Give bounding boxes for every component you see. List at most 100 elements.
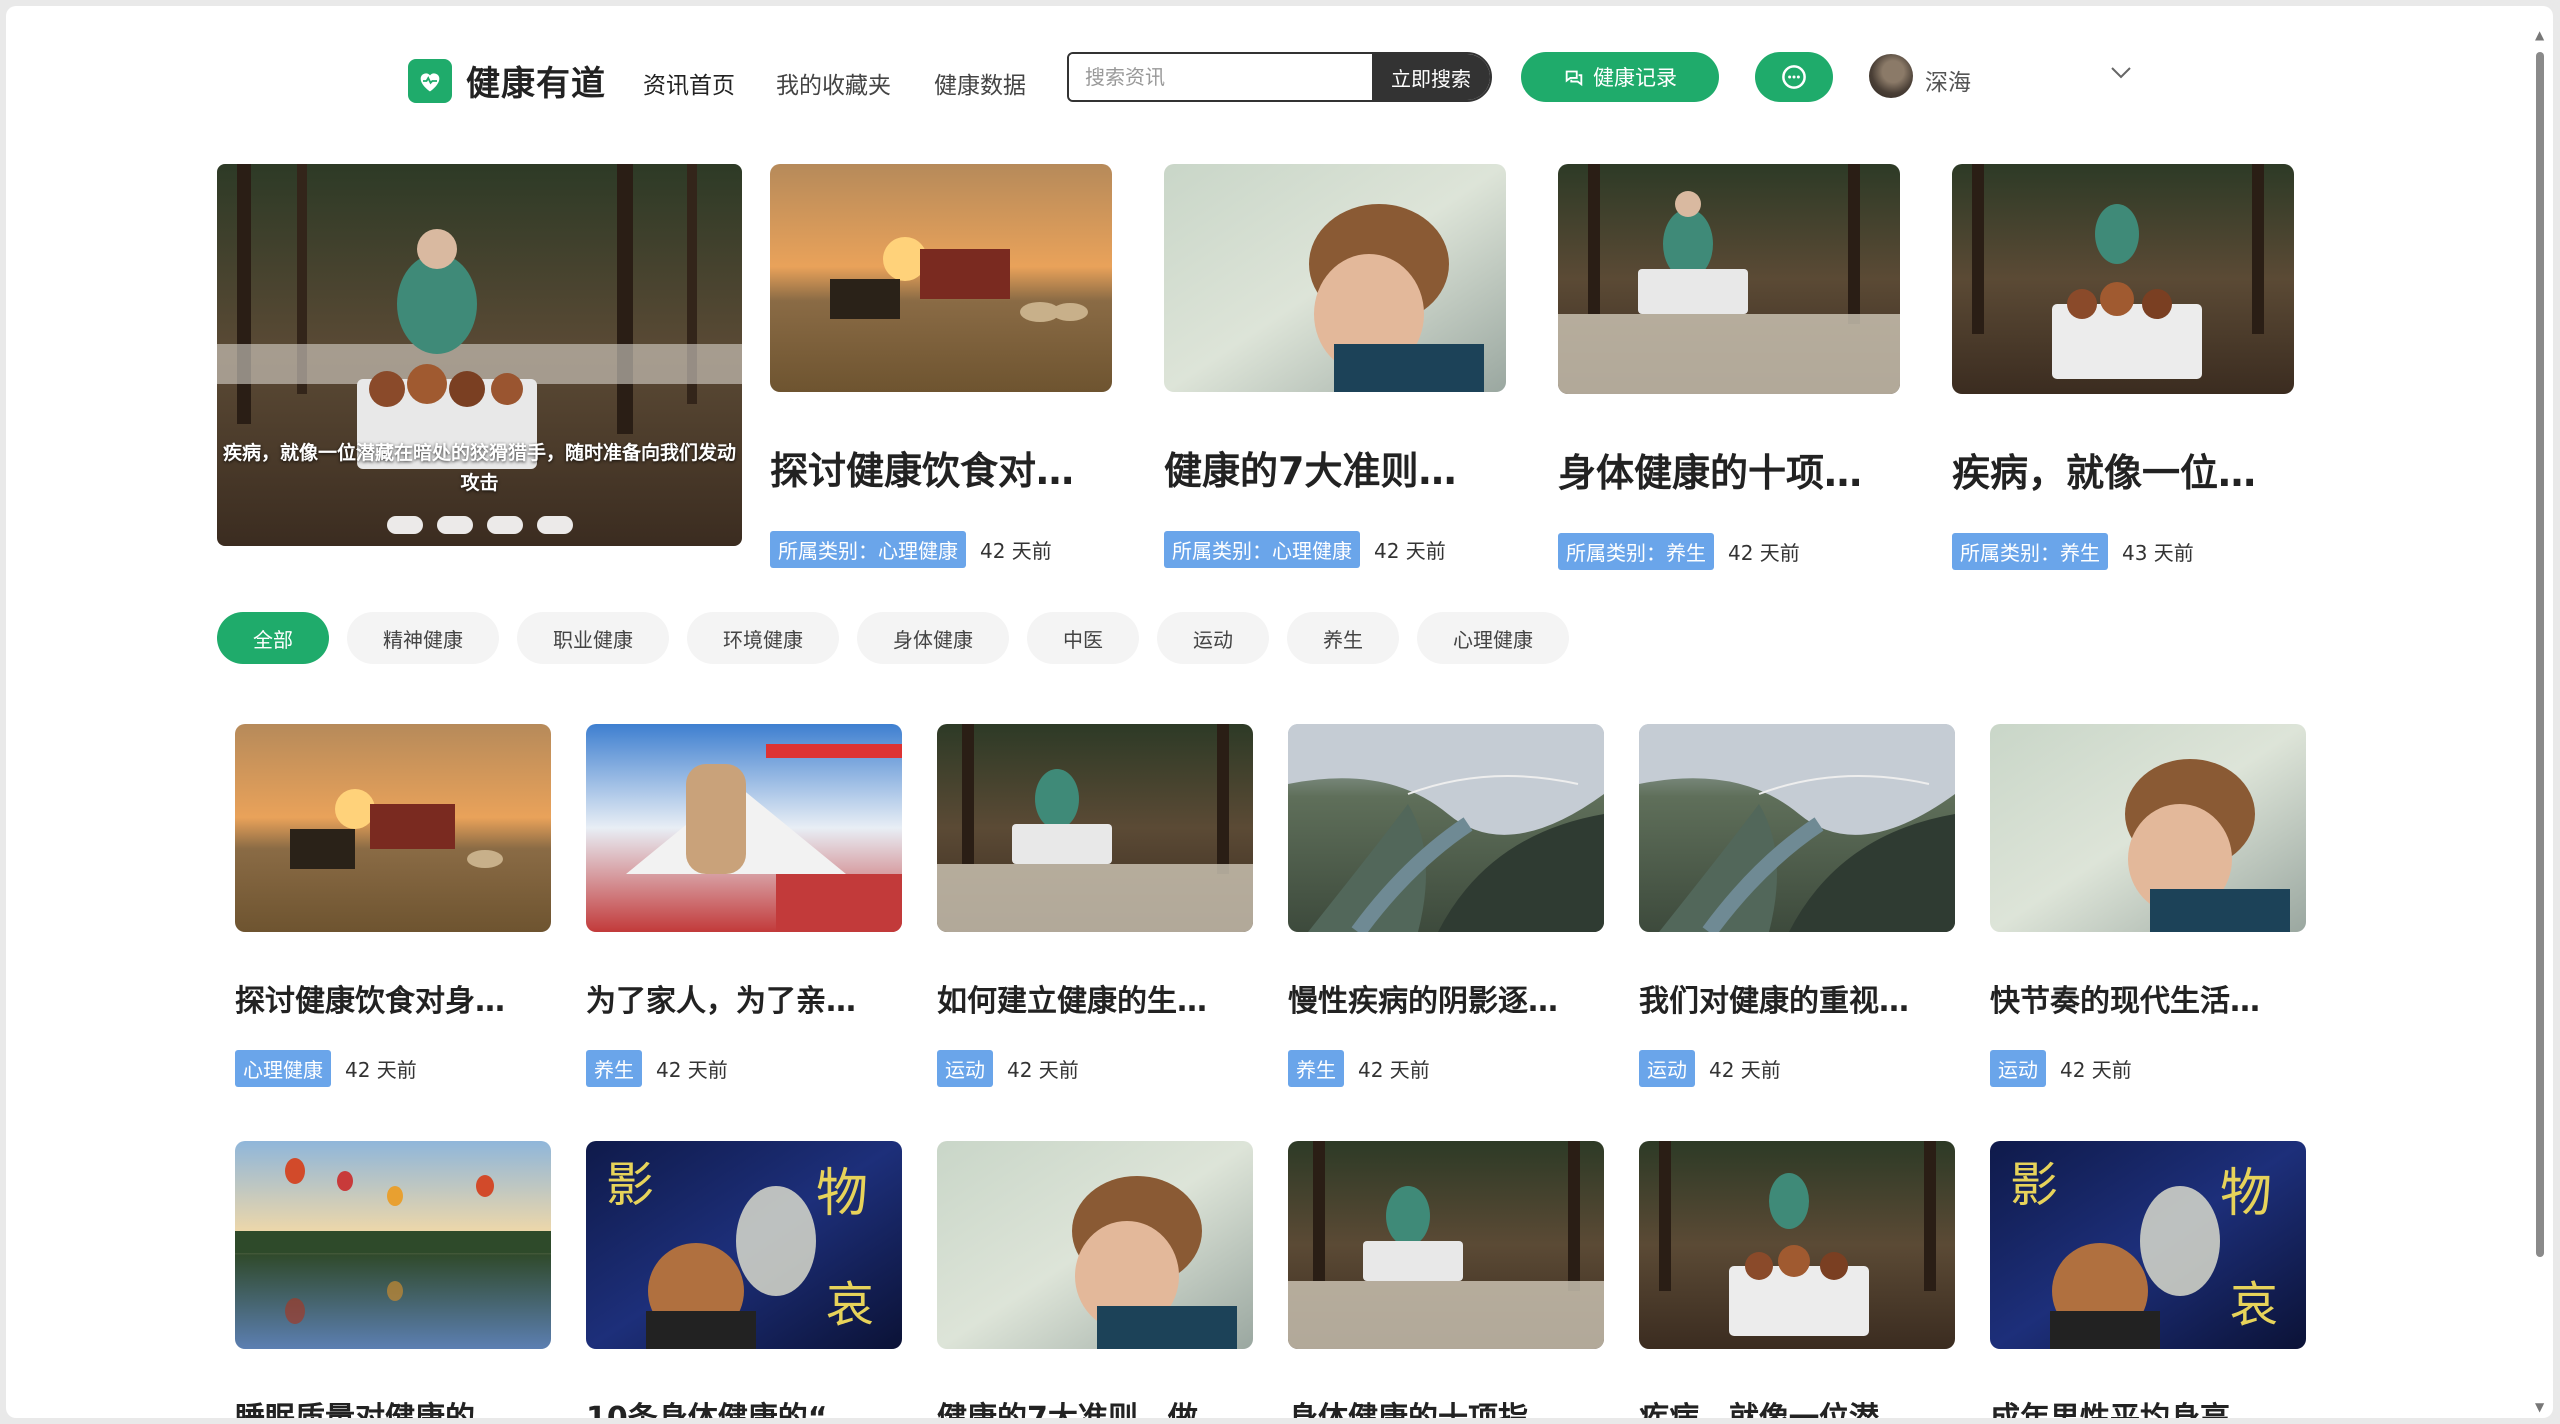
category-filter-bar: 全部 精神健康 职业健康 环境健康 身体健康 中医 运动 养生 心理健康 <box>217 612 1569 664</box>
nav-health-data[interactable]: 健康数据 <box>934 66 1026 100</box>
scrollbar-thumb[interactable] <box>2536 52 2544 1257</box>
article-card[interactable]: 慢性疾病的阴影逐… 养生 42 天前 <box>1288 724 1604 1087</box>
article-thumbnail[interactable] <box>937 1141 1253 1349</box>
article-thumbnail[interactable] <box>1952 164 2294 394</box>
chat-bubbles-icon <box>1565 70 1583 87</box>
article-title[interactable]: 健康的7大准则，做… <box>937 1393 1253 1418</box>
article-thumbnail[interactable] <box>1639 1141 1955 1349</box>
article-title[interactable]: 健康的7大准则… <box>1164 440 1506 495</box>
article-card[interactable]: 影 物哀 成年男性平均身高… <box>1990 1141 2306 1418</box>
article-thumbnail[interactable] <box>235 1141 551 1349</box>
carousel-dot-1[interactable] <box>386 516 423 534</box>
article-time: 42 天前 <box>656 1058 728 1082</box>
top-article-card-3[interactable]: 身体健康的十项… 所属类别：养生 42 天前 <box>1558 164 1900 570</box>
article-thumbnail[interactable] <box>1990 724 2306 932</box>
article-card[interactable]: 我们对健康的重视… 运动 42 天前 <box>1639 724 1955 1087</box>
filter-exercise[interactable]: 运动 <box>1157 612 1269 664</box>
avatar[interactable] <box>1869 54 1913 98</box>
username[interactable]: 深海 <box>1925 63 1971 97</box>
nav-favorites[interactable]: 我的收藏夹 <box>776 66 891 100</box>
category-tag[interactable]: 养生 <box>586 1050 642 1087</box>
article-thumbnail[interactable] <box>1639 724 1955 932</box>
filter-wellness[interactable]: 养生 <box>1287 612 1399 664</box>
filter-tcm[interactable]: 中医 <box>1027 612 1139 664</box>
article-card[interactable]: 探讨健康饮食对身… 心理健康 42 天前 <box>235 724 551 1087</box>
chevron-down-icon[interactable] <box>2110 66 2132 80</box>
article-card[interactable]: 为了家人，为了亲… 养生 42 天前 <box>586 724 902 1087</box>
article-card[interactable]: 疾病，就像一位潜… <box>1639 1141 1955 1418</box>
article-time: 42 天前 <box>2060 1058 2132 1082</box>
article-thumbnail[interactable] <box>1558 164 1900 394</box>
search-input[interactable] <box>1069 54 1372 100</box>
article-title[interactable]: 10条身体健康的“… <box>586 1393 902 1418</box>
article-title[interactable]: 快节奏的现代生活… <box>1990 976 2306 1020</box>
filter-mental-health[interactable]: 精神健康 <box>347 612 499 664</box>
category-tag[interactable]: 心理健康 <box>235 1050 331 1087</box>
category-tag[interactable]: 所属类别：心理健康 <box>1164 531 1360 568</box>
article-title[interactable]: 身体健康的十项… <box>1558 442 1900 497</box>
message-button[interactable] <box>1755 52 1833 102</box>
category-tag[interactable]: 运动 <box>937 1050 993 1087</box>
article-thumbnail[interactable] <box>1164 164 1506 392</box>
top-article-card-4[interactable]: 疾病，就像一位… 所属类别：养生 43 天前 <box>1952 164 2294 570</box>
health-record-label: 健康记录 <box>1593 66 1677 90</box>
article-thumbnail[interactable] <box>1288 1141 1604 1349</box>
article-title[interactable]: 探讨健康饮食对… <box>770 440 1112 495</box>
search-button[interactable]: 立即搜索 <box>1372 54 1490 100</box>
article-title[interactable]: 疾病，就像一位… <box>1952 442 2294 497</box>
article-title[interactable]: 慢性疾病的阴影逐… <box>1288 976 1604 1020</box>
scroll-up-arrow-icon[interactable]: ▲ <box>2535 28 2544 42</box>
filter-all[interactable]: 全部 <box>217 612 329 664</box>
filter-occupational-health[interactable]: 职业健康 <box>517 612 669 664</box>
article-title[interactable]: 身体健康的十项指… <box>1288 1393 1604 1418</box>
carousel-dot-4[interactable] <box>536 516 573 534</box>
article-title[interactable]: 探讨健康饮食对身… <box>235 976 551 1020</box>
nav-home[interactable]: 资讯首页 <box>643 66 735 100</box>
article-thumbnail[interactable] <box>235 724 551 932</box>
article-card[interactable]: 如何建立健康的生… 运动 42 天前 <box>937 724 1253 1087</box>
article-card[interactable]: 影 物哀 10条身体健康的“… <box>586 1141 902 1418</box>
article-time: 42 天前 <box>1728 541 1800 565</box>
brand-name: 健康有道 <box>466 64 606 104</box>
carousel-dot-3[interactable] <box>486 516 523 534</box>
article-thumbnail[interactable] <box>770 164 1112 392</box>
article-card[interactable]: 快节奏的现代生活… 运动 42 天前 <box>1990 724 2306 1087</box>
category-tag[interactable]: 所属类别：养生 <box>1952 533 2108 570</box>
vertical-scrollbar[interactable]: ▲ ▼ <box>2533 28 2547 1414</box>
category-tag[interactable]: 运动 <box>1639 1050 1695 1087</box>
article-title[interactable]: 我们对健康的重视… <box>1639 976 1955 1020</box>
article-thumbnail[interactable]: 影 物哀 <box>586 1141 902 1349</box>
article-time: 43 天前 <box>2122 541 2194 565</box>
article-title[interactable]: 疾病，就像一位潜… <box>1639 1393 1955 1418</box>
article-thumbnail[interactable] <box>937 724 1253 932</box>
article-card[interactable]: 健康的7大准则，做… <box>937 1141 1253 1418</box>
filter-environmental-health[interactable]: 环境健康 <box>687 612 839 664</box>
article-card[interactable]: 身体健康的十项指… <box>1288 1141 1604 1418</box>
top-article-card-2[interactable]: 健康的7大准则… 所属类别：心理健康 42 天前 <box>1164 164 1506 568</box>
svg-text:哀: 哀 <box>826 1277 874 1333</box>
scroll-down-arrow-icon[interactable]: ▼ <box>2535 1400 2544 1414</box>
heart-logo-icon <box>408 58 452 103</box>
filter-physical-health[interactable]: 身体健康 <box>857 612 1009 664</box>
svg-text:哀: 哀 <box>2230 1277 2278 1333</box>
article-thumbnail[interactable] <box>1288 724 1604 932</box>
browser-window: 健康有道 资讯首页 我的收藏夹 健康数据 立即搜索 健康记录 深海 <box>6 6 2553 1418</box>
article-thumbnail[interactable]: 影 物哀 <box>1990 1141 2306 1349</box>
featured-carousel[interactable]: 疾病，就像一位潜藏在暗处的狡猾猎手，随时准备向我们发动攻击 <box>217 164 742 546</box>
article-thumbnail[interactable] <box>586 724 902 932</box>
article-title[interactable]: 成年男性平均身高… <box>1990 1393 2306 1418</box>
category-tag[interactable]: 所属类别：养生 <box>1558 533 1714 570</box>
category-tag[interactable]: 运动 <box>1990 1050 2046 1087</box>
brand-logo[interactable]: 健康有道 <box>408 56 606 105</box>
top-article-card-1[interactable]: 探讨健康饮食对… 所属类别：心理健康 42 天前 <box>770 164 1112 568</box>
carousel-dot-2[interactable] <box>436 516 473 534</box>
article-card[interactable]: 睡眠质量对健康的… <box>235 1141 551 1418</box>
category-tag[interactable]: 所属类别：心理健康 <box>770 531 966 568</box>
filter-psychological-health[interactable]: 心理健康 <box>1417 612 1569 664</box>
article-title[interactable]: 睡眠质量对健康的… <box>235 1393 551 1418</box>
article-title[interactable]: 如何建立健康的生… <box>937 976 1253 1020</box>
category-tag[interactable]: 养生 <box>1288 1050 1344 1087</box>
article-title[interactable]: 为了家人，为了亲… <box>586 976 902 1020</box>
health-record-button[interactable]: 健康记录 <box>1521 52 1719 102</box>
featured-caption: 疾病，就像一位潜藏在暗处的狡猾猎手，随时准备向我们发动攻击 <box>222 442 736 494</box>
